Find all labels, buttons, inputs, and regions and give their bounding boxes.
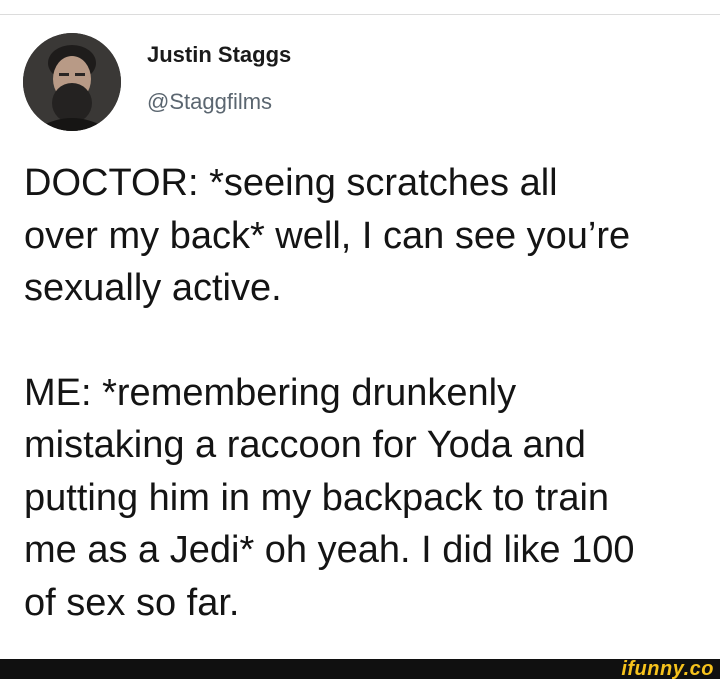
top-divider (0, 14, 720, 15)
watermark-bar: ifunny.co (0, 659, 720, 679)
author-name[interactable]: Justin Staggs (147, 42, 291, 68)
ifunny-watermark: ifunny.co (621, 658, 714, 680)
author-handle[interactable]: @Staggfilms (147, 89, 272, 115)
avatar[interactable] (23, 33, 121, 131)
tweet-paragraph-2: ME: *remembering drunkenly mistaking a r… (24, 371, 635, 624)
avatar-portrait-icon (23, 33, 121, 131)
tweet-paragraph-1: DOCTOR: *seeing scratches all over my ba… (24, 162, 631, 309)
tweet-text: DOCTOR: *seeing scratches all over my ba… (24, 157, 714, 629)
